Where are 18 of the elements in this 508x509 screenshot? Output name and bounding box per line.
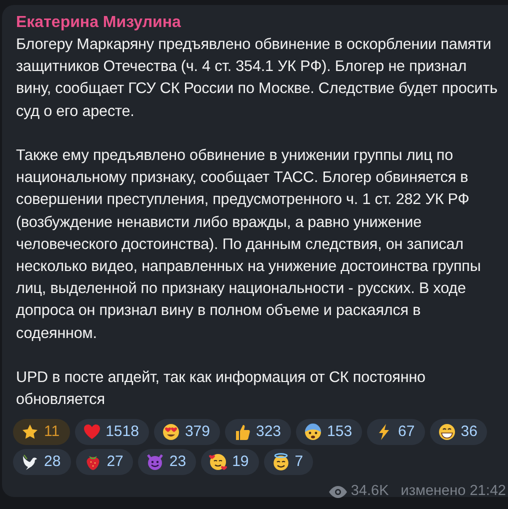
reaction-button[interactable]: 323 (224, 419, 292, 446)
reaction-button[interactable]: 11 (13, 419, 70, 446)
reaction-button[interactable]: 23 (138, 449, 196, 476)
reaction-button[interactable]: 67 (367, 419, 425, 446)
reaction-button[interactable]: 7 (264, 449, 314, 476)
message-paragraph: UPD в посте апдейт, так как информация от СК постоянно обновляется (16, 368, 426, 410)
author-name[interactable]: Екатерина Мизулина (16, 12, 508, 34)
reaction-button[interactable]: 153 (296, 419, 362, 446)
reaction-button[interactable]: 379 (154, 419, 220, 446)
reaction-button[interactable]: 36 (430, 419, 488, 446)
message-paragraph: Блогеру Маркаряну предъявлено обвинение в оскорблении памяти защитников Отечества (ч. 4 ст. 354.1 УК РФ). Блогер не признал вину, сообщает ГСУ СК России по Москве. Следствие будет просить суд о его аресте. (16, 35, 498, 122)
message-paragraph: Также ему предъявлено обвинение в унижении группы лиц по национальному признаку, сообщает ТАСС. Блогер обвиняется в совершении преступления, предусмотренного ч. 1 ст. 282 УК РФ (возбуждение ненависти либо вражды, а равно унижение человеческого достоинства). По данным следствия, он записал несколько видео, направленных на унижение достоинства группы лиц, выделенной по признаку национальности - русских. В ходе допроса он признал вину в полном объеме и раскаялся в содеянном. (16, 146, 482, 344)
reaction-button[interactable]: 19 (201, 449, 259, 476)
view-count: 34.6K (350, 482, 389, 502)
reaction-button[interactable]: 1518 (74, 419, 149, 446)
reaction-button[interactable]: 28 (13, 449, 71, 476)
edited-time: изменено 21:42 (400, 482, 506, 502)
reaction-button[interactable]: 27 (76, 449, 134, 476)
